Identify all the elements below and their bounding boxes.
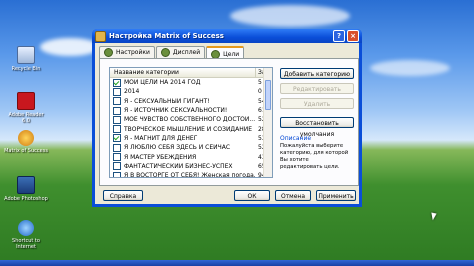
desktop-icon-adobe-photoshop[interactable]: Adobe Photoshop [4, 176, 48, 202]
wallpaper-cloud [370, 60, 450, 76]
category-name: ТВОРЧЕСКОЕ МЫШЛЕНИЕ И СОЗИДАНИЕ [124, 125, 253, 133]
display-tab-icon [160, 48, 170, 57]
description-title: Описание [280, 135, 312, 142]
help-button[interactable]: Справка [103, 190, 143, 201]
settings-tab-icon [104, 48, 113, 57]
list-item[interactable]: Я - МАГНИТ ДЛЯ ДЕНЕГ 53 [110, 134, 272, 143]
category-checkbox[interactable] [113, 97, 121, 106]
close-button[interactable]: × [347, 30, 359, 42]
category-name: Я - СЕКСУАЛЬНЫЙ ГИГАНТ! [124, 97, 210, 105]
list-item[interactable]: ФАНТАСТИЧЕСКИЙ БИЗНЕС-УСПЕХ 65 [110, 162, 272, 171]
category-name: ФАНТАСТИЧЕСКИЙ БИЗНЕС-УСПЕХ [124, 162, 233, 170]
ok-button[interactable]: ОК [234, 190, 270, 201]
list-item[interactable]: МОЕ ЧУВСТВО СОБСТВЕННОГО ДОСТОИ... 52 [110, 115, 272, 124]
desktop-icon-label: Adobe Reader 6.0 [8, 112, 44, 124]
category-checkbox[interactable] [113, 171, 121, 177]
add-category-button[interactable]: Добавить категорию [280, 68, 354, 79]
dialog-client: Настройки Дисплей Цели Название категори… [95, 43, 359, 204]
desktop-icon-adobe-reader[interactable]: Adobe Reader 6.0 [4, 92, 48, 124]
description-text: Пожалуйста выберите категорию, для котор… [280, 143, 349, 170]
scrollbar-thumb[interactable] [265, 80, 271, 110]
category-name: Я ЛЮБЛЮ СЕБЯ ЗДЕСЬ И СЕЙЧАС [124, 144, 231, 152]
category-name: Я - ИСТОЧНИК СЕКСУАЛЬНОСТИ! [124, 107, 228, 115]
desktop-icon-internet-shortcut[interactable]: Shortcut to Internet [4, 220, 48, 250]
wallpaper-cloud [230, 5, 350, 27]
goals-panel: Название категории За МОИ ЦЕЛИ НА 2014 Г… [99, 58, 359, 186]
list-item[interactable]: Я В ВОСТОРГЕ ОТ СЕБЯ! Женская погода... 9… [110, 171, 272, 178]
category-name: МОИ ЦЕЛИ НА 2014 ГОД [124, 79, 201, 87]
tab-label: Настройки [116, 49, 150, 56]
adobe-reader-icon [17, 92, 35, 110]
category-checkbox[interactable] [113, 134, 121, 143]
list-item[interactable]: 2014 0 [110, 87, 272, 96]
list-rows: МОИ ЦЕЛИ НА 2014 ГОД 5 2014 0 Я - СЕКСУАЛЬНЫ… [110, 78, 272, 178]
app-icon [95, 30, 106, 42]
category-name: Я МАСТЕР УБЕЖДЕНИЯ [124, 153, 197, 161]
list-item[interactable]: Я МАСТЕР УБЕЖДЕНИЯ 43 [110, 152, 272, 162]
desktop-icon-label: Matrix of Success [4, 148, 48, 154]
restore-defaults-button[interactable]: Восстановить умолчания [280, 117, 354, 138]
list-item[interactable]: ТВОРЧЕСКОЕ МЫШЛЕНИЕ И СОЗИДАНИЕ 28 [110, 124, 272, 134]
category-checkbox[interactable] [113, 125, 121, 134]
category-checkbox[interactable] [113, 87, 121, 96]
category-checkbox[interactable] [113, 162, 121, 171]
column-header-name[interactable]: Название категории [110, 68, 255, 77]
desktop-icon-recycle-bin[interactable]: Recycle Bin [4, 46, 48, 72]
list-item[interactable]: МОИ ЦЕЛИ НА 2014 ГОД 5 [110, 78, 272, 87]
desktop-icon-matrix-of-success[interactable]: Matrix of Success [4, 130, 48, 154]
cancel-button[interactable]: Отмена [275, 190, 311, 201]
category-list[interactable]: Название категории За МОИ ЦЕЛИ НА 2014 Г… [109, 67, 273, 178]
category-checkbox[interactable] [113, 78, 121, 87]
category-checkbox[interactable] [113, 153, 121, 162]
tab-strip: Настройки Дисплей Цели [99, 46, 245, 60]
edit-button[interactable]: Редактировать [280, 83, 354, 94]
category-checkbox[interactable] [113, 106, 121, 115]
window-title: Настройка Matrix of Success [109, 32, 224, 40]
adobe-photoshop-icon [17, 176, 35, 194]
category-name: 2014 [124, 88, 140, 96]
mouse-cursor-icon [431, 211, 438, 221]
tab-label: Цели [223, 50, 240, 58]
category-name: Я - МАГНИТ ДЛЯ ДЕНЕГ [124, 134, 198, 142]
list-item[interactable]: Я - СЕКСУАЛЬНЫЙ ГИГАНТ! 54 [110, 97, 272, 106]
apply-button[interactable]: Применить [316, 190, 356, 201]
settings-dialog: Настройка Matrix of Success ? × Настройк… [92, 29, 362, 207]
tab-display[interactable]: Дисплей [155, 46, 206, 58]
list-item[interactable]: Я ЛЮБЛЮ СЕБЯ ЗДЕСЬ И СЕЙЧАС 52 [110, 143, 272, 152]
title-bar[interactable]: Настройка Matrix of Success ? × [92, 29, 362, 43]
wallpaper-cloud [40, 38, 100, 56]
category-name: МОЕ ЧУВСТВО СОБСТВЕННОГО ДОСТОИ... [124, 116, 256, 124]
recycle-bin-icon [17, 46, 35, 64]
delete-button[interactable]: Удалить [280, 98, 354, 109]
taskbar[interactable] [0, 260, 474, 266]
desktop-icon-label: Recycle Bin [11, 66, 41, 72]
internet-shortcut-icon [18, 220, 34, 236]
category-name: Я В ВОСТОРГЕ ОТ СЕБЯ! Женская погода... [124, 172, 256, 178]
list-header: Название категории За [110, 68, 272, 78]
list-scrollbar[interactable] [263, 68, 272, 177]
desktop-icon-label: Adobe Photoshop [4, 196, 48, 202]
tab-settings[interactable]: Настройки [99, 46, 155, 58]
desktop-icon-label: Shortcut to Internet [12, 238, 40, 250]
category-checkbox[interactable] [113, 143, 121, 152]
matrix-of-success-icon [18, 130, 34, 146]
tab-label: Дисплей [172, 49, 201, 56]
category-checkbox[interactable] [113, 115, 121, 124]
list-item[interactable]: Я - ИСТОЧНИК СЕКСУАЛЬНОСТИ! 61 [110, 106, 272, 115]
help-title-button[interactable]: ? [333, 30, 345, 42]
